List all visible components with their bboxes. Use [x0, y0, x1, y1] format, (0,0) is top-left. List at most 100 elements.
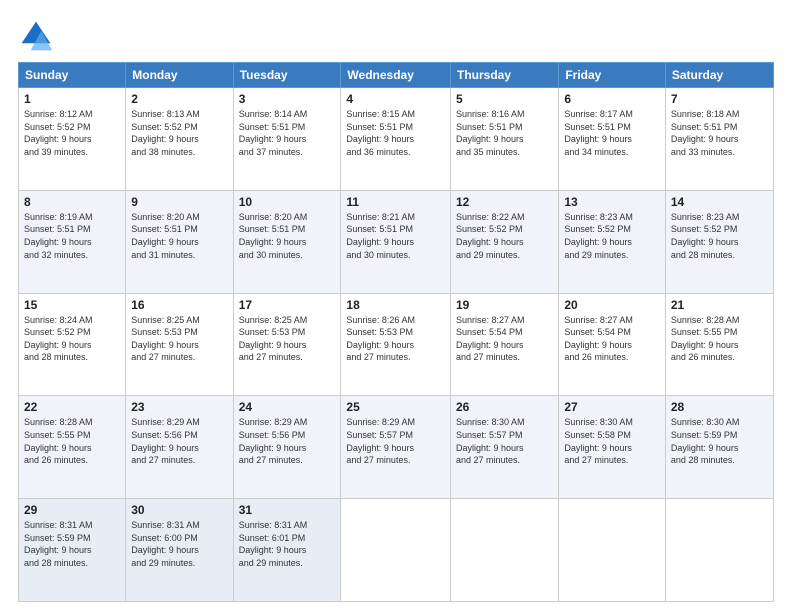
calendar-day-21: 21 Sunrise: 8:28 AMSunset: 5:55 PMDayligh… [665, 293, 773, 396]
day-content: Sunrise: 8:31 AMSunset: 5:59 PMDaylight:… [24, 519, 120, 569]
day-content: Sunrise: 8:23 AMSunset: 5:52 PMDaylight:… [671, 211, 768, 261]
calendar-day-26: 26 Sunrise: 8:30 AMSunset: 5:57 PMDayligh… [451, 396, 559, 499]
calendar-day-3: 3 Sunrise: 8:14 AMSunset: 5:51 PMDaylight… [233, 88, 341, 191]
calendar-day-27: 27Sunrise: 8:30 AMSunset: 5:58 PMDayligh… [559, 396, 666, 499]
calendar-day-29: 29 Sunrise: 8:31 AMSunset: 5:59 PMDayligh… [19, 499, 126, 602]
day-number: 17 [239, 298, 336, 312]
header [18, 18, 774, 54]
empty-cell [559, 499, 666, 602]
calendar-week-3: 15 Sunrise: 8:24 AMSunset: 5:52 PMDayligh… [19, 293, 774, 396]
day-content: Sunrise: 8:30 AMSunset: 5:58 PMDaylight:… [564, 416, 660, 466]
calendar-day-4: 4 Sunrise: 8:15 AMSunset: 5:51 PMDaylight… [341, 88, 451, 191]
day-content: Sunrise: 8:30 AMSunset: 5:59 PMDaylight:… [671, 416, 768, 466]
day-content: Sunrise: 8:19 AMSunset: 5:51 PMDaylight:… [24, 211, 120, 261]
empty-cell [451, 499, 559, 602]
day-content: Sunrise: 8:12 AMSunset: 5:52 PMDaylight:… [24, 108, 120, 158]
empty-cell [665, 499, 773, 602]
empty-cell [341, 499, 451, 602]
day-content: Sunrise: 8:30 AMSunset: 5:57 PMDaylight:… [456, 416, 553, 466]
day-content: Sunrise: 8:27 AMSunset: 5:54 PMDaylight:… [456, 314, 553, 364]
day-number: 20 [564, 298, 660, 312]
day-content: Sunrise: 8:27 AMSunset: 5:54 PMDaylight:… [564, 314, 660, 364]
calendar-day-6: 6 Sunrise: 8:17 AMSunset: 5:51 PMDaylight… [559, 88, 666, 191]
day-number: 6 [564, 92, 660, 106]
calendar-day-23: 23 Sunrise: 8:29 AMSunset: 5:56 PMDayligh… [126, 396, 233, 499]
calendar-day-24: 24Sunrise: 8:29 AMSunset: 5:56 PMDayligh… [233, 396, 341, 499]
calendar-day-1: 1 Sunrise: 8:12 AMSunset: 5:52 PMDaylight… [19, 88, 126, 191]
calendar-day-5: 5 Sunrise: 8:16 AMSunset: 5:51 PMDaylight… [451, 88, 559, 191]
calendar-day-13: 13 Sunrise: 8:23 AMSunset: 5:52 PMDayligh… [559, 190, 666, 293]
day-header-wednesday: Wednesday [341, 63, 451, 88]
logo [18, 18, 58, 54]
day-number: 14 [671, 195, 768, 209]
calendar-day-11: 11 Sunrise: 8:21 AMSunset: 5:51 PMDayligh… [341, 190, 451, 293]
day-content: Sunrise: 8:29 AMSunset: 5:56 PMDaylight:… [239, 416, 336, 466]
day-header-tuesday: Tuesday [233, 63, 341, 88]
day-header-sunday: Sunday [19, 63, 126, 88]
day-content: Sunrise: 8:13 AMSunset: 5:52 PMDaylight:… [131, 108, 227, 158]
day-content: Sunrise: 8:21 AMSunset: 5:51 PMDaylight:… [346, 211, 445, 261]
day-number: 22 [24, 400, 120, 414]
calendar-day-17: 17 Sunrise: 8:25 AMSunset: 5:53 PMDayligh… [233, 293, 341, 396]
calendar-week-1: 1 Sunrise: 8:12 AMSunset: 5:52 PMDaylight… [19, 88, 774, 191]
day-number: 4 [346, 92, 445, 106]
calendar-day-19: 19Sunrise: 8:27 AMSunset: 5:54 PMDayligh… [451, 293, 559, 396]
day-content: Sunrise: 8:22 AMSunset: 5:52 PMDaylight:… [456, 211, 553, 261]
day-content: Sunrise: 8:28 AMSunset: 5:55 PMDaylight:… [24, 416, 120, 466]
calendar-day-25: 25 Sunrise: 8:29 AMSunset: 5:57 PMDayligh… [341, 396, 451, 499]
day-number: 3 [239, 92, 336, 106]
calendar-day-10: 10Sunrise: 8:20 AMSunset: 5:51 PMDayligh… [233, 190, 341, 293]
day-content: Sunrise: 8:20 AMSunset: 5:51 PMDaylight:… [239, 211, 336, 261]
calendar-header-row: SundayMondayTuesdayWednesdayThursdayFrid… [19, 63, 774, 88]
day-content: Sunrise: 8:28 AMSunset: 5:55 PMDaylight:… [671, 314, 768, 364]
day-number: 28 [671, 400, 768, 414]
day-content: Sunrise: 8:17 AMSunset: 5:51 PMDaylight:… [564, 108, 660, 158]
day-number: 2 [131, 92, 227, 106]
day-number: 23 [131, 400, 227, 414]
calendar-week-2: 8 Sunrise: 8:19 AMSunset: 5:51 PMDaylight… [19, 190, 774, 293]
day-number: 25 [346, 400, 445, 414]
day-content: Sunrise: 8:25 AMSunset: 5:53 PMDaylight:… [239, 314, 336, 364]
calendar-day-9: 9 Sunrise: 8:20 AMSunset: 5:51 PMDaylight… [126, 190, 233, 293]
day-content: Sunrise: 8:25 AMSunset: 5:53 PMDaylight:… [131, 314, 227, 364]
day-number: 5 [456, 92, 553, 106]
day-content: Sunrise: 8:29 AMSunset: 5:57 PMDaylight:… [346, 416, 445, 466]
day-number: 26 [456, 400, 553, 414]
calendar-day-15: 15 Sunrise: 8:24 AMSunset: 5:52 PMDayligh… [19, 293, 126, 396]
day-number: 8 [24, 195, 120, 209]
day-number: 11 [346, 195, 445, 209]
day-content: Sunrise: 8:14 AMSunset: 5:51 PMDaylight:… [239, 108, 336, 158]
calendar-day-2: 2 Sunrise: 8:13 AMSunset: 5:52 PMDaylight… [126, 88, 233, 191]
day-number: 21 [671, 298, 768, 312]
day-content: Sunrise: 8:15 AMSunset: 5:51 PMDaylight:… [346, 108, 445, 158]
day-content: Sunrise: 8:23 AMSunset: 5:52 PMDaylight:… [564, 211, 660, 261]
day-header-friday: Friday [559, 63, 666, 88]
day-content: Sunrise: 8:20 AMSunset: 5:51 PMDaylight:… [131, 211, 227, 261]
day-number: 15 [24, 298, 120, 312]
logo-icon [18, 18, 54, 54]
day-number: 29 [24, 503, 120, 517]
day-content: Sunrise: 8:24 AMSunset: 5:52 PMDaylight:… [24, 314, 120, 364]
calendar-week-5: 29 Sunrise: 8:31 AMSunset: 5:59 PMDayligh… [19, 499, 774, 602]
calendar-day-8: 8 Sunrise: 8:19 AMSunset: 5:51 PMDaylight… [19, 190, 126, 293]
calendar-day-12: 12 Sunrise: 8:22 AMSunset: 5:52 PMDayligh… [451, 190, 559, 293]
day-number: 18 [346, 298, 445, 312]
day-header-monday: Monday [126, 63, 233, 88]
day-number: 7 [671, 92, 768, 106]
day-number: 16 [131, 298, 227, 312]
day-content: Sunrise: 8:29 AMSunset: 5:56 PMDaylight:… [131, 416, 227, 466]
calendar-day-30: 30 Sunrise: 8:31 AMSunset: 6:00 PMDayligh… [126, 499, 233, 602]
day-content: Sunrise: 8:31 AMSunset: 6:00 PMDaylight:… [131, 519, 227, 569]
day-content: Sunrise: 8:16 AMSunset: 5:51 PMDaylight:… [456, 108, 553, 158]
calendar-table: SundayMondayTuesdayWednesdayThursdayFrid… [18, 62, 774, 602]
calendar-day-20: 20 Sunrise: 8:27 AMSunset: 5:54 PMDayligh… [559, 293, 666, 396]
day-number: 31 [239, 503, 336, 517]
day-number: 9 [131, 195, 227, 209]
calendar-day-22: 22 Sunrise: 8:28 AMSunset: 5:55 PMDayligh… [19, 396, 126, 499]
day-number: 13 [564, 195, 660, 209]
day-number: 12 [456, 195, 553, 209]
calendar-day-14: 14 Sunrise: 8:23 AMSunset: 5:52 PMDayligh… [665, 190, 773, 293]
day-header-saturday: Saturday [665, 63, 773, 88]
day-number: 1 [24, 92, 120, 106]
day-number: 30 [131, 503, 227, 517]
